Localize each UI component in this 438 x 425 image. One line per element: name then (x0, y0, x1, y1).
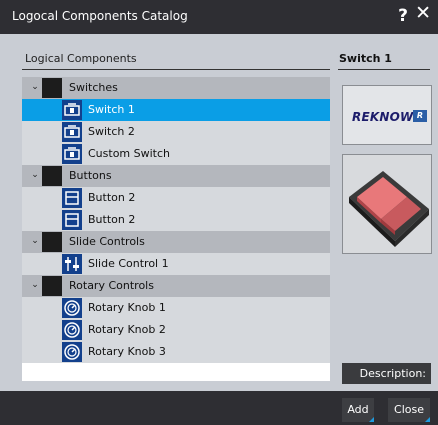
button-icon (62, 210, 82, 230)
tree-item-label: Rotary Knob 2 (88, 323, 166, 336)
vendor-logo-text: REKNOW (352, 110, 414, 124)
folder-icon (42, 232, 62, 252)
tree-item-row[interactable]: Custom Switch (22, 143, 330, 165)
tree-group-label: Slide Controls (69, 235, 145, 248)
tree-item-label: Rotary Knob 3 (88, 345, 166, 358)
description-button[interactable]: Description: (342, 363, 431, 384)
chevron-down-icon[interactable]: ⌄ (28, 234, 42, 248)
button-icon (62, 188, 82, 208)
tree-item-label: Switch 1 (88, 103, 135, 116)
dialog-footer: Add Close (0, 391, 438, 425)
tree-header: Logical Components (22, 50, 330, 70)
tree-group-row[interactable]: ⌄ Rotary Controls (22, 275, 330, 297)
tree-item-label: Custom Switch (88, 147, 171, 160)
window-title: Logocal Components Catalog (12, 9, 188, 23)
chevron-down-icon[interactable]: ⌄ (28, 80, 42, 94)
tree-header-label: Logical Components (25, 52, 137, 65)
folder-icon (42, 166, 62, 186)
tree-group-row[interactable]: ⌄ Buttons (22, 165, 330, 187)
vendor-logo-panel: REKNOW R (342, 85, 432, 145)
switch-icon (62, 122, 82, 142)
knob-icon (62, 298, 82, 318)
detail-header: Switch 1 (338, 50, 430, 70)
detail-header-label: Switch 1 (339, 52, 392, 65)
add-button[interactable]: Add (342, 398, 374, 422)
switch-icon (62, 100, 82, 120)
tree-item-row[interactable]: Rotary Knob 1 (22, 297, 330, 319)
title-bar: Logocal Components Catalog ? ✕ (0, 0, 438, 34)
chevron-down-icon[interactable]: ⌄ (28, 278, 42, 292)
knob-icon (62, 342, 82, 362)
chevron-down-icon[interactable]: ⌄ (28, 168, 42, 182)
tree-item-row[interactable]: Button 2 (22, 187, 330, 209)
tree-item-label: Button 2 (88, 191, 136, 204)
tree-item-row[interactable]: Rotary Knob 2 (22, 319, 330, 341)
slider-icon (62, 254, 82, 274)
folder-icon (42, 276, 62, 296)
tree-group-row[interactable]: ⌄ Switches (22, 77, 330, 99)
catalog-window: Logocal Components Catalog ? ✕ Logical C… (0, 0, 438, 425)
tree-item-row[interactable]: Button 2 (22, 209, 330, 231)
tree-group-label: Buttons (69, 169, 112, 182)
tree-item-row[interactable]: Switch 2 (22, 121, 330, 143)
switch-icon (62, 144, 82, 164)
close-window-button[interactable]: ✕ (415, 4, 431, 23)
vendor-logo-mark: R (413, 110, 427, 122)
component-tree[interactable]: ⌄ Switches Switch 1 Switch 2 Custom Switch ⌄ B… (22, 77, 330, 381)
tree-item-row[interactable]: Switch 1 (22, 99, 330, 121)
switch-preview-image (349, 171, 429, 247)
tree-item-label: Switch 2 (88, 125, 135, 138)
folder-icon (42, 78, 62, 98)
tree-group-label: Switches (69, 81, 118, 94)
tree-item-row[interactable]: Slide Control 1 (22, 253, 330, 275)
tree-group-row[interactable]: ⌄ Slide Controls (22, 231, 330, 253)
component-preview (342, 154, 432, 254)
close-button[interactable]: Close (388, 398, 430, 422)
tree-item-row[interactable]: Rotary Knob 3 (22, 341, 330, 363)
tree-item-label: Button 2 (88, 213, 136, 226)
tree-item-label: Slide Control 1 (88, 257, 169, 270)
help-button[interactable]: ? (398, 6, 408, 26)
knob-icon (62, 320, 82, 340)
tree-item-label: Rotary Knob 1 (88, 301, 166, 314)
tree-group-label: Rotary Controls (69, 279, 154, 292)
